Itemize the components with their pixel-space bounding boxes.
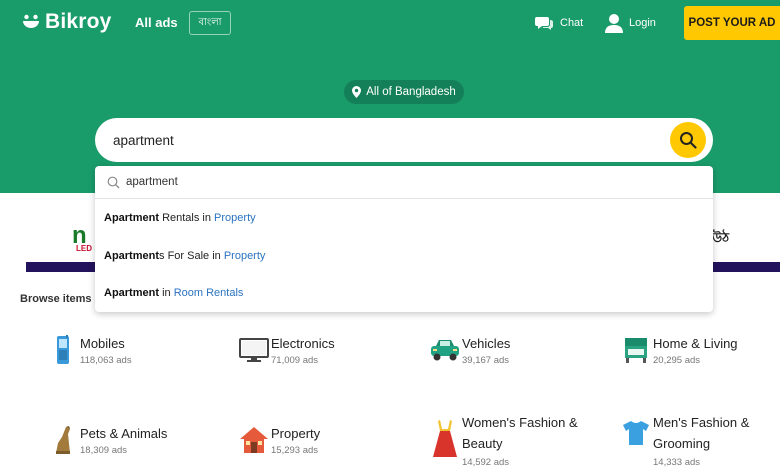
category-pets-animals[interactable]: Pets & Animals 18,309 ads	[46, 423, 196, 470]
suggestion-item[interactable]: Apartment in Room Rentals	[104, 287, 243, 299]
category-mens-fashion-grooming[interactable]: Men's Fashion & Grooming 14,333 ads	[619, 412, 779, 470]
category-count: 18,309 ads	[80, 445, 128, 456]
location-label: All of Bangladesh	[366, 86, 456, 98]
category-count: 14,592 ads	[462, 457, 510, 468]
suggestion-query-text: apartment	[126, 176, 178, 188]
category-name-line2: Beauty	[462, 436, 503, 451]
category-name: Pets & Animals	[80, 426, 168, 441]
top-navigation: Bikroy All ads বাংলা Chat Login POST YOU…	[0, 0, 780, 44]
category-name: Vehicles	[462, 336, 511, 351]
suggestion-text: s For Sale in	[159, 250, 224, 262]
login-label: Login	[629, 17, 656, 29]
category-count: 118,063 ads	[80, 355, 132, 366]
banner-brand-subtext: LED	[76, 244, 92, 253]
hero-section: Bikroy All ads বাংলা Chat Login POST YOU…	[0, 0, 780, 193]
house-icon	[237, 423, 271, 457]
suggestion-text: in	[159, 287, 174, 299]
search-button[interactable]	[670, 122, 706, 158]
category-count: 14,333 ads	[653, 457, 701, 468]
language-toggle-button[interactable]: বাংলা	[189, 11, 231, 35]
category-count: 20,295 ads	[653, 355, 701, 366]
suggestion-keyword: Apartment	[104, 287, 160, 299]
chat-link[interactable]: Chat	[535, 13, 583, 33]
location-selector[interactable]: All of Bangladesh	[344, 80, 464, 104]
tshirt-icon	[619, 416, 653, 450]
car-icon	[428, 333, 462, 367]
category-electronics[interactable]: Electronics 71,009 ads	[237, 333, 387, 393]
logo-text: Bikroy	[45, 10, 112, 33]
category-name-line2: Grooming	[653, 436, 711, 451]
category-mobiles[interactable]: Mobiles 118,063 ads	[46, 333, 196, 393]
category-name-line1: Men's Fashion &	[653, 415, 750, 430]
category-name: Home & Living	[653, 336, 738, 351]
search-suggestions-dropdown: apartment Apartment Rentals in Property …	[95, 166, 713, 312]
dog-icon	[46, 423, 80, 457]
logo-smile-icon	[23, 14, 39, 28]
monitor-icon	[237, 333, 271, 367]
category-womens-fashion-beauty[interactable]: Women's Fashion & Beauty 14,592 ads	[428, 412, 593, 470]
mobile-phone-icon	[46, 333, 80, 367]
post-your-ad-button[interactable]: POST YOUR AD	[684, 6, 780, 40]
category-name: Mobiles	[80, 336, 125, 351]
category-count: 15,293 ads	[271, 445, 319, 456]
bikroy-logo[interactable]: Bikroy	[22, 8, 112, 36]
category-home-living[interactable]: Home & Living 20,295 ads	[619, 333, 774, 393]
suggestion-text: Rentals in	[159, 212, 215, 224]
suggestion-category: Property	[223, 250, 266, 262]
suggestion-query-row[interactable]: apartment	[95, 166, 713, 199]
category-name: Electronics	[271, 336, 335, 351]
suggestion-keyword: Apartment	[104, 250, 160, 262]
suggestion-item[interactable]: Apartment Rentals in Property	[104, 212, 256, 224]
banner-headline-text: উঠ	[712, 230, 730, 245]
browse-items-heading: Browse items	[20, 293, 92, 305]
category-name: Property	[271, 426, 321, 441]
search-icon	[107, 176, 120, 188]
search-icon	[680, 132, 697, 149]
sofa-icon	[619, 333, 653, 367]
dress-icon	[428, 420, 462, 457]
category-name-line1: Women's Fashion &	[462, 415, 578, 430]
all-ads-link[interactable]: All ads	[135, 15, 178, 30]
category-count: 39,167 ads	[462, 355, 510, 366]
search-input[interactable]	[113, 129, 653, 151]
chat-icon	[535, 17, 553, 30]
category-vehicles[interactable]: Vehicles 39,167 ads	[428, 333, 578, 393]
login-link[interactable]: Login	[605, 12, 656, 34]
suggestion-category: Property	[214, 212, 256, 224]
user-icon	[605, 14, 623, 33]
location-pin-icon	[352, 86, 362, 98]
category-property[interactable]: Property 15,293 ads	[237, 423, 387, 470]
suggestion-category: Room Rentals	[173, 287, 244, 299]
category-count: 71,009 ads	[271, 355, 319, 366]
chat-label: Chat	[560, 17, 584, 29]
search-bar	[95, 118, 713, 162]
suggestion-item[interactable]: Apartments For Sale in Property	[104, 250, 265, 262]
suggestion-keyword: Apartment	[104, 212, 160, 224]
